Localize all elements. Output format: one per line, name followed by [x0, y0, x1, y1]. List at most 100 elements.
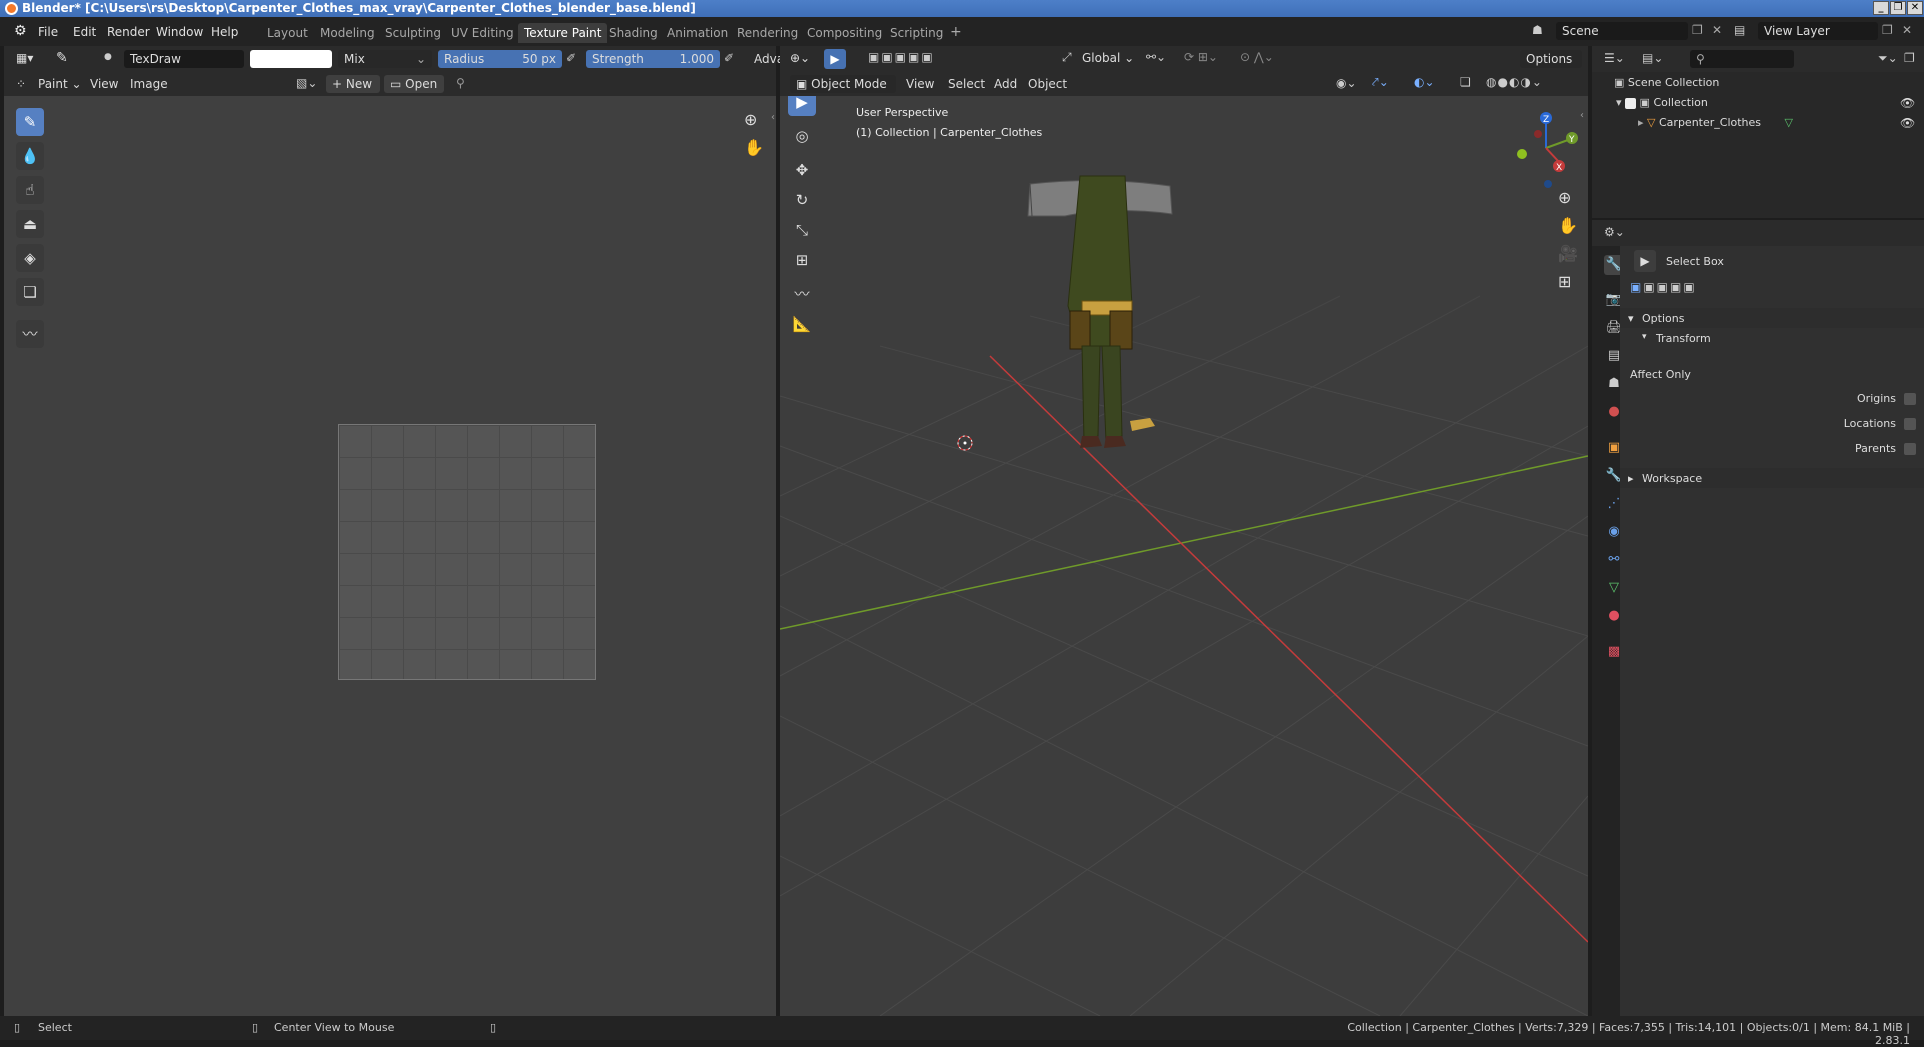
mask-tool-icon[interactable]: ❏	[16, 278, 44, 306]
tab-compositing[interactable]: Compositing	[801, 23, 888, 43]
viewport-zoom-icon[interactable]: ⊕	[1558, 188, 1571, 207]
rotate-tool-icon[interactable]: ↻	[788, 186, 816, 214]
menu-render[interactable]: Render	[107, 25, 150, 39]
strength-pressure-icon[interactable]: ✐	[724, 51, 734, 65]
display-mode-icon[interactable]: ▤⌄	[1642, 51, 1663, 65]
orientation-select[interactable]: Global ⌄	[1082, 51, 1134, 65]
strength-slider[interactable]: Strength 1.000	[586, 50, 720, 68]
expand-object-icon[interactable]: ▸	[1638, 116, 1644, 129]
viewport-menu-select[interactable]: Select	[948, 77, 985, 91]
object-visibility-icon[interactable]: 👁	[1900, 116, 1915, 130]
tab-shading[interactable]: Shading	[603, 23, 664, 43]
options-menu[interactable]: Options ⌄	[1520, 50, 1582, 84]
tab-sculpting[interactable]: Sculpting	[379, 23, 447, 43]
add-workspace-icon[interactable]: +	[950, 24, 962, 40]
origins-checkbox[interactable]	[1904, 393, 1916, 405]
properties-editor-type-icon[interactable]: ⚙⌄	[1604, 225, 1625, 239]
tab-modeling[interactable]: Modeling	[314, 23, 381, 43]
move-tool-icon[interactable]: ✥	[788, 156, 816, 184]
shading-mode-icons[interactable]: ◍●◐◑⌄	[1486, 75, 1543, 89]
menu-edit[interactable]: Edit	[73, 25, 96, 39]
new-scene-icon[interactable]: ❐	[1692, 23, 1703, 37]
menu-help[interactable]: Help	[211, 25, 238, 39]
outliner-editor-type-icon[interactable]: ☰⌄	[1604, 51, 1625, 65]
collapse-arrow-icon[interactable]: ‹	[771, 112, 775, 123]
new-collection-icon[interactable]: ❐	[1904, 51, 1915, 65]
paint-mode-select[interactable]: Paint ⌄	[38, 77, 82, 91]
blend-mode-select[interactable]: Mix ⌄	[338, 50, 432, 68]
outliner-row-scene-collection[interactable]: ▣ Scene Collection	[1614, 76, 1914, 89]
collection-checkbox[interactable]	[1625, 97, 1637, 109]
image-editor-canvas[interactable]: ✎ 💧 ☝ ⏏ ◈ ❏ 〰 ⊕ ✋ ‹	[4, 96, 776, 1016]
expand-collection-icon[interactable]: ▾	[1616, 96, 1622, 109]
zoom-icon[interactable]: ⊕	[744, 110, 757, 129]
viewport-menu-object[interactable]: Object	[1028, 77, 1067, 91]
viewport-pan-icon[interactable]: ✋	[1558, 216, 1578, 235]
viewport-menu-add[interactable]: Add	[994, 77, 1017, 91]
scene-icon[interactable]: ☗	[1532, 23, 1543, 37]
transform-tool-icon[interactable]: ⊞	[788, 246, 816, 274]
snap-icon[interactable]: ⟳ ⊞⌄	[1184, 50, 1218, 64]
workspace-section-header[interactable]: ▸ Workspace	[1620, 468, 1924, 488]
xray-icon[interactable]: ❏	[1460, 75, 1471, 89]
select-box-mode-icons[interactable]: ▣▣▣▣▣	[1630, 280, 1697, 294]
select-tool-header-icon[interactable]: ▶	[824, 49, 846, 69]
draw-tool-icon[interactable]: ✎	[16, 108, 44, 136]
new-view-layer-icon[interactable]: ❐	[1882, 23, 1893, 37]
selection-mode-icons[interactable]: ▣▣▣▣▣	[868, 50, 935, 64]
open-image-button[interactable]: ▭ Open	[384, 75, 444, 93]
editor-type-3d-icon[interactable]: ⊕⌄	[790, 51, 810, 65]
annotate-3d-tool-icon[interactable]: 〰	[788, 280, 816, 308]
menu-window[interactable]: Window	[156, 25, 203, 39]
visibility-icon[interactable]: ◉⌄	[1336, 76, 1357, 90]
menu-view[interactable]: View	[90, 77, 118, 91]
cursor-tool-icon[interactable]: ◎	[788, 122, 816, 150]
new-image-button[interactable]: + New	[326, 75, 380, 93]
pin-icon[interactable]: ⚲	[456, 76, 465, 90]
tab-scripting[interactable]: Scripting	[884, 23, 949, 43]
delete-view-layer-icon[interactable]: ✕	[1902, 23, 1912, 37]
gizmo-toggle-icon[interactable]: ⤤⌄	[1372, 75, 1389, 90]
filter-icon[interactable]: ⏷⌄	[1878, 51, 1898, 66]
tab-texture-paint[interactable]: Texture Paint	[518, 23, 608, 43]
options-section-header[interactable]: ▾ Options	[1620, 308, 1924, 328]
delete-scene-icon[interactable]: ✕	[1712, 23, 1722, 37]
pan-hand-icon[interactable]: ✋	[744, 138, 764, 157]
brush-name-field[interactable]: TexDraw	[124, 50, 244, 68]
brush-color-swatch[interactable]	[250, 50, 332, 68]
tab-layout[interactable]: Layout	[261, 23, 314, 43]
tab-uv-editing[interactable]: UV Editing	[445, 23, 520, 43]
tab-animation[interactable]: Animation	[661, 23, 734, 43]
proportional-icon[interactable]: ⊙ ⋀⌄	[1240, 50, 1274, 64]
scale-tool-icon[interactable]: ⤡	[788, 216, 816, 244]
locations-checkbox[interactable]	[1904, 418, 1916, 430]
soften-tool-icon[interactable]: 💧	[16, 142, 44, 170]
camera-view-icon[interactable]: 🎥	[1558, 244, 1578, 263]
close-icon[interactable]: ✕	[1907, 1, 1923, 15]
tab-rendering[interactable]: Rendering	[731, 23, 804, 43]
measure-tool-icon[interactable]: 📐	[788, 310, 816, 338]
maximize-icon[interactable]: ❐	[1890, 1, 1906, 15]
blender-menu-icon[interactable]: ⚙	[14, 23, 27, 39]
select-box-tool-icon[interactable]: ▶	[788, 96, 816, 116]
pivot-icon[interactable]: ⚯⌄	[1146, 50, 1166, 64]
radius-pressure-icon[interactable]: ✐	[566, 51, 576, 65]
outliner-row-collection[interactable]: ▾ ▣ Collection	[1616, 96, 1916, 109]
smear-tool-icon[interactable]: ☝	[16, 176, 44, 204]
scene-field[interactable]: Scene	[1556, 22, 1688, 40]
clone-tool-icon[interactable]: ⏏	[16, 210, 44, 238]
3d-viewport[interactable]: ▶ ◎ ✥ ↻ ⤡ ⊞ 〰 📐 User Perspective (1) Col…	[780, 96, 1588, 1016]
outliner-row-object[interactable]: ▸ ▽ Carpenter_Clothes ▽	[1638, 116, 1838, 129]
transform-subsection-header[interactable]: ▾ Transform	[1620, 330, 1924, 348]
fill-tool-icon[interactable]: ◈	[16, 244, 44, 272]
overlay-toggle-icon[interactable]: ◐⌄	[1414, 75, 1435, 89]
parents-checkbox[interactable]	[1904, 443, 1916, 455]
minimize-icon[interactable]: _	[1873, 1, 1889, 15]
ortho-toggle-icon[interactable]: ⊞	[1558, 272, 1571, 291]
outliner-search-input[interactable]: ⚲	[1690, 50, 1794, 68]
view-layer-icon[interactable]: ▤	[1734, 23, 1745, 37]
view-layer-field[interactable]: View Layer	[1758, 22, 1878, 40]
browse-image-icon[interactable]: ▧⌄	[296, 76, 317, 90]
navigation-gizmo[interactable]: Z Y X	[1504, 104, 1588, 194]
sidebar-arrow-icon[interactable]: ‹	[1580, 110, 1584, 121]
